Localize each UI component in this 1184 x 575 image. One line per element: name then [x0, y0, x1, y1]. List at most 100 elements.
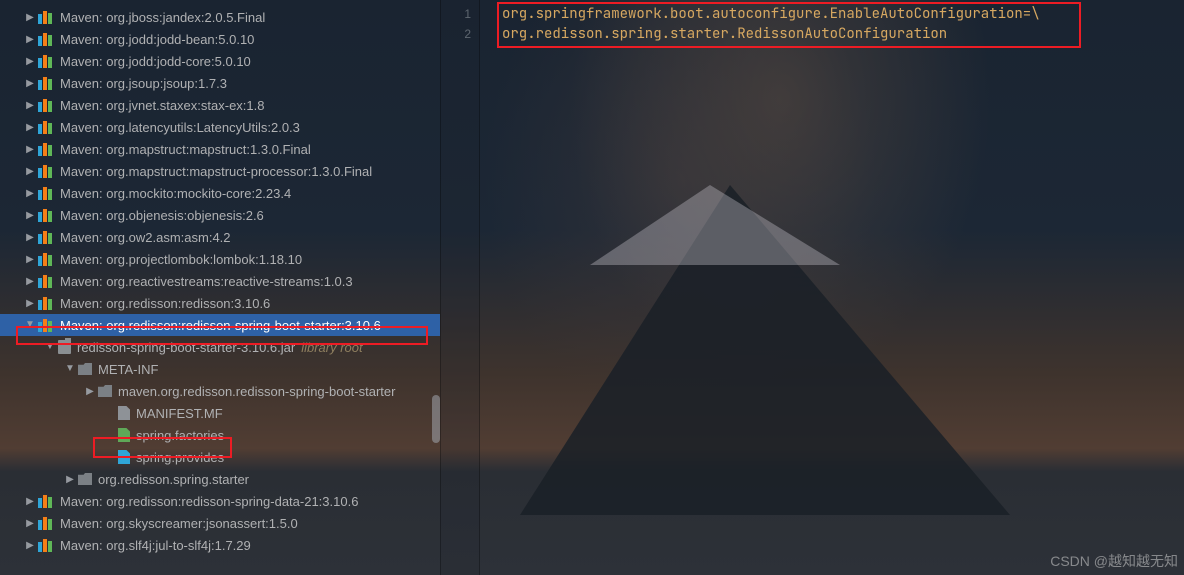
tree-row[interactable]: ▶ Maven: org.jodd:jodd-core:5.0.10: [0, 50, 440, 72]
library-icon: [38, 120, 54, 134]
chevron-right-icon[interactable]: ▶: [24, 496, 36, 507]
tree-row[interactable]: ▶ Maven: org.jboss:jandex:2.0.5.Final: [0, 6, 440, 28]
tree-item-label: Maven: org.objenesis:objenesis:2.6: [60, 208, 264, 223]
tree-row[interactable]: ▼ Maven: org.redisson:redisson-spring-boo…: [0, 314, 440, 336]
library-icon: [38, 230, 54, 244]
chevron-down-icon[interactable]: ▼: [44, 341, 56, 352]
tree-row[interactable]: ▶maven.org.redisson.redisson-spring-boot…: [0, 380, 440, 402]
tree-item-label: MANIFEST.MF: [136, 406, 223, 421]
library-icon: [38, 274, 54, 288]
chevron-right-icon[interactable]: ▶: [24, 12, 36, 23]
chevron-right-icon[interactable]: ▶: [24, 34, 36, 45]
library-icon: [38, 164, 54, 178]
library-icon: [38, 516, 54, 530]
editor-gutter: 1 2: [440, 0, 480, 575]
editor[interactable]: org.springframework.boot.autoconfigure.E…: [480, 0, 1184, 575]
tree-item-label: Maven: org.slf4j:jul-to-slf4j:1.7.29: [60, 538, 251, 553]
tree-item-label: Maven: org.mapstruct:mapstruct-processor…: [60, 164, 372, 179]
library-icon: [38, 186, 54, 200]
chevron-right-icon[interactable]: ▶: [24, 232, 36, 243]
tree-item-label: Maven: org.reactivestreams:reactive-stre…: [60, 274, 353, 289]
tree-row[interactable]: ▶ Maven: org.redisson:redisson:3.10.6: [0, 292, 440, 314]
folder-icon: [98, 385, 112, 397]
line-number: 1: [441, 4, 471, 24]
library-icon: [38, 98, 54, 112]
tree-item-label: Maven: org.latencyutils:LatencyUtils:2.0…: [60, 120, 300, 135]
tree-item-label: Maven: org.jsoup:jsoup:1.7.3: [60, 76, 227, 91]
chevron-right-icon[interactable]: ▶: [24, 56, 36, 67]
tree-row[interactable]: ▶ Maven: org.latencyutils:LatencyUtils:2.…: [0, 116, 440, 138]
tree-row[interactable]: ▶ Maven: org.mapstruct:mapstruct-processo…: [0, 160, 440, 182]
tree-row[interactable]: ▶ org.redisson.spring.starter: [0, 468, 440, 490]
library-icon: [38, 76, 54, 90]
tree-row[interactable]: ▶ Maven: org.jvnet.staxex:stax-ex:1.8: [0, 94, 440, 116]
chevron-down-icon[interactable]: ▼: [24, 319, 36, 330]
chevron-right-icon[interactable]: ▶: [24, 540, 36, 551]
tree-row[interactable]: ▶ Maven: org.skyscreamer:jsonassert:1.5.0: [0, 512, 440, 534]
tree-row[interactable]: ▶ Maven: org.reactivestreams:reactive-str…: [0, 270, 440, 292]
chevron-right-icon[interactable]: ▶: [24, 254, 36, 265]
tree-item-label: Maven: org.jvnet.staxex:stax-ex:1.8: [60, 98, 264, 113]
chevron-right-icon[interactable]: ▶: [24, 276, 36, 287]
tree-item-label: Maven: org.redisson:redisson:3.10.6: [60, 296, 270, 311]
tree-item-label: org.redisson.spring.starter: [98, 472, 249, 487]
tree-item-label: Maven: org.redisson:redisson-spring-data…: [60, 494, 358, 509]
tree-row[interactable]: MANIFEST.MF: [0, 402, 440, 424]
chevron-right-icon[interactable]: ▶: [64, 474, 76, 485]
tree-item-label: Maven: org.jboss:jandex:2.0.5.Final: [60, 10, 265, 25]
project-tree: ▶ Maven: org.jboss:jandex:2.0.5.Final ▶ Mav…: [0, 0, 440, 575]
library-icon: [38, 10, 54, 24]
tree-row[interactable]: ▶ Maven: org.mapstruct:mapstruct:1.3.0.Fi…: [0, 138, 440, 160]
file-icon: [118, 450, 130, 464]
tree-item-label: Maven: org.ow2.asm:asm:4.2: [60, 230, 231, 245]
chevron-right-icon[interactable]: ▶: [24, 210, 36, 221]
tree-item-label: Maven: org.jodd:jodd-bean:5.0.10: [60, 32, 254, 47]
tree-row[interactable]: spring.provides: [0, 446, 440, 468]
tree-row[interactable]: ▼ redisson-spring-boot-starter-3.10.6.jar…: [0, 336, 440, 358]
chevron-right-icon[interactable]: ▶: [24, 78, 36, 89]
chevron-right-icon[interactable]: ▶: [24, 518, 36, 529]
tree-item-label: Maven: org.skyscreamer:jsonassert:1.5.0: [60, 516, 298, 531]
library-icon: [38, 252, 54, 266]
tree-item-label: spring.provides: [136, 450, 224, 465]
library-icon: [38, 208, 54, 222]
library-icon: [38, 538, 54, 552]
tree-item-label: Maven: org.mapstruct:mapstruct:1.3.0.Fin…: [60, 142, 311, 157]
tree-row[interactable]: spring.factories: [0, 424, 440, 446]
tree-item-label: Maven: org.mockito:mockito-core:2.23.4: [60, 186, 291, 201]
tree-row[interactable]: ▼ META-INF: [0, 358, 440, 380]
library-icon: [38, 32, 54, 46]
library-icon: [38, 296, 54, 310]
tree-row[interactable]: ▶ Maven: org.objenesis:objenesis:2.6: [0, 204, 440, 226]
tree-row[interactable]: ▶ Maven: org.ow2.asm:asm:4.2: [0, 226, 440, 248]
library-icon: [38, 142, 54, 156]
file-icon: [118, 428, 130, 442]
folder-icon: [78, 473, 92, 485]
tree-item-label: META-INF: [98, 362, 158, 377]
chevron-right-icon[interactable]: ▶: [24, 122, 36, 133]
library-icon: [38, 494, 54, 508]
file-icon: [118, 406, 130, 420]
library-icon: [38, 54, 54, 68]
chevron-down-icon[interactable]: ▼: [64, 363, 76, 374]
scrollbar-thumb[interactable]: [432, 395, 440, 443]
tree-row[interactable]: ▶ Maven: org.jsoup:jsoup:1.7.3: [0, 72, 440, 94]
tree-item-label: Maven: org.jodd:jodd-core:5.0.10: [60, 54, 251, 69]
chevron-right-icon[interactable]: ▶: [84, 386, 96, 397]
tree-row[interactable]: ▶ Maven: org.jodd:jodd-bean:5.0.10: [0, 28, 440, 50]
chevron-right-icon[interactable]: ▶: [24, 188, 36, 199]
tree-item-label: spring.factories: [136, 428, 224, 443]
tree-item-label: Maven: org.redisson:redisson-spring-boot…: [60, 318, 381, 333]
line-number: 2: [441, 24, 471, 44]
chevron-right-icon[interactable]: ▶: [24, 166, 36, 177]
tree-row[interactable]: ▶ Maven: org.redisson:redisson-spring-dat…: [0, 490, 440, 512]
chevron-right-icon[interactable]: ▶: [24, 298, 36, 309]
chevron-right-icon[interactable]: ▶: [24, 100, 36, 111]
tree-row[interactable]: ▶ Maven: org.slf4j:jul-to-slf4j:1.7.29: [0, 534, 440, 556]
tree-row[interactable]: ▶ Maven: org.mockito:mockito-core:2.23.4: [0, 182, 440, 204]
tree-row[interactable]: ▶ Maven: org.projectlombok:lombok:1.18.10: [0, 248, 440, 270]
chevron-right-icon[interactable]: ▶: [24, 144, 36, 155]
tree-item-label: redisson-spring-boot-starter-3.10.6.jar: [77, 340, 295, 355]
tree-item-label: Maven: org.projectlombok:lombok:1.18.10: [60, 252, 302, 267]
editor-line: org.redisson.spring.starter.RedissonAuto…: [502, 25, 947, 43]
